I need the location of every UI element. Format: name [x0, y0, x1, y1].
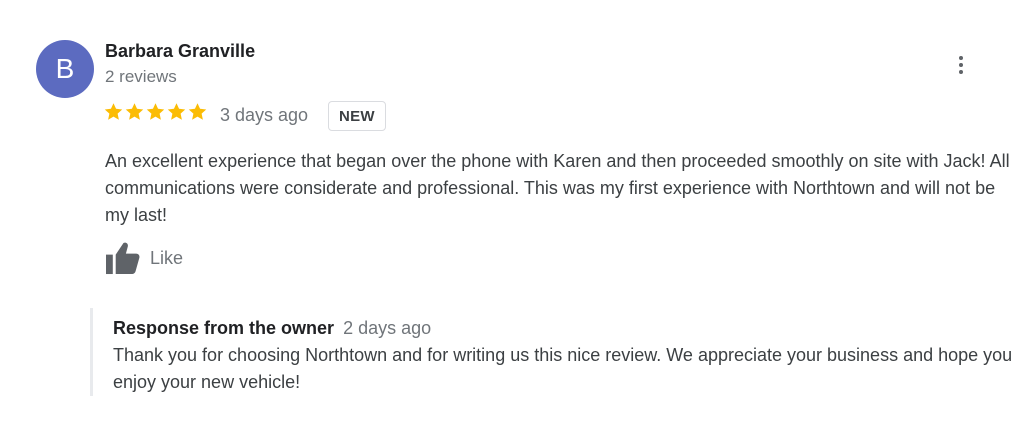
owner-response-date: 2 days ago — [343, 318, 432, 338]
like-button[interactable]: Like — [105, 242, 183, 275]
thumb-up-icon — [106, 242, 140, 275]
reviews-count: 2 reviews — [105, 67, 177, 86]
review-text: An excellent experience that began over … — [105, 151, 1010, 225]
star-icon — [125, 103, 144, 120]
more-dot — [959, 63, 963, 67]
owner-response-title: Response from the owner — [113, 318, 335, 338]
more-dot — [959, 70, 963, 74]
review-date: 3 days ago — [220, 105, 309, 125]
owner-response-header: Response from the owner 2 days ago — [113, 318, 431, 339]
more-dot — [959, 56, 963, 60]
avatar-initial: B — [55, 53, 75, 84]
star-icon — [167, 103, 186, 120]
reviewer-name[interactable]: Barbara Granville — [105, 41, 255, 62]
star-icon — [146, 103, 165, 120]
avatar[interactable]: B — [36, 40, 94, 98]
owner-response: Response from the owner 2 days ago Thank… — [90, 308, 1018, 396]
like-label: Like — [150, 248, 184, 268]
star-icon — [188, 103, 207, 120]
more-options-icon[interactable] — [948, 50, 974, 80]
star-icon — [104, 103, 123, 120]
owner-response-text: Thank you for choosing Northtown and for… — [113, 345, 1013, 392]
star-rating — [104, 102, 207, 121]
new-badge: NEW — [328, 101, 386, 131]
